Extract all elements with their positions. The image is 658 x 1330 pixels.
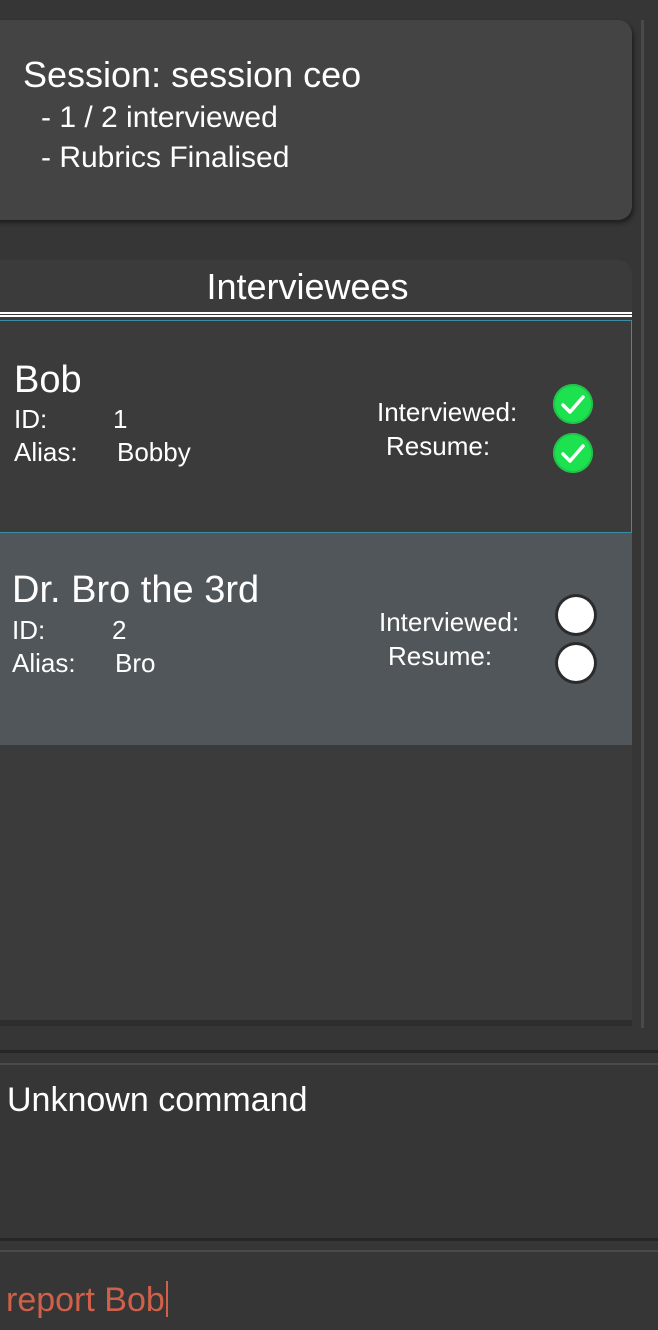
interviewee-name: Dr. Bro the 3rd (12, 569, 260, 611)
list-bottom-divider (0, 1020, 632, 1026)
divider (0, 1238, 658, 1241)
app-window: Session: session ceo - 1 / 2 interviewed… (0, 0, 658, 1330)
check-circle-icon (553, 433, 593, 473)
interviewed-label: Interviewed: (379, 607, 520, 637)
empty-circle-icon (558, 597, 594, 633)
interviewee-list-header: Interviewees (206, 266, 409, 307)
alias-label: Alias: (12, 648, 76, 678)
alias-value: Bobby (117, 437, 191, 467)
interviewee-card[interactable]: Bob ID: 1 Alias: Bobby Interviewed: Resu… (0, 320, 632, 533)
alias-value: Bro (115, 648, 156, 678)
command-text: report Bob (6, 1281, 165, 1319)
result-message: Unknown command (7, 1081, 308, 1119)
divider (0, 1063, 658, 1065)
session-progress: - 1 / 2 interviewed (41, 101, 278, 134)
interviewed-label: Interviewed: (377, 397, 518, 427)
empty-circle-icon (558, 645, 594, 681)
interviewee-card[interactable]: Dr. Bro the 3rd ID: 2 Alias: Bro Intervi… (0, 533, 632, 745)
id-value: 2 (112, 615, 127, 645)
check-circle-icon (553, 384, 593, 424)
divider (0, 1050, 658, 1053)
session-title: Session: session ceo (23, 54, 362, 95)
id-label: ID: (14, 404, 48, 434)
command-input[interactable]: report Bob (6, 1280, 168, 1320)
resume-label: Resume: (386, 431, 491, 461)
session-rubrics-status: - Rubrics Finalised (41, 141, 290, 174)
alias-label: Alias: (14, 437, 78, 467)
interviewee-name: Bob (14, 359, 82, 401)
text-caret (165, 1281, 168, 1317)
command-box[interactable]: report Bob (0, 1268, 658, 1330)
scrollbar-track[interactable] (641, 20, 644, 1028)
id-value: 1 (113, 404, 128, 434)
resume-label: Resume: (388, 641, 493, 671)
id-label: ID: (12, 615, 46, 645)
header-divider (0, 312, 632, 317)
divider (0, 1250, 658, 1252)
